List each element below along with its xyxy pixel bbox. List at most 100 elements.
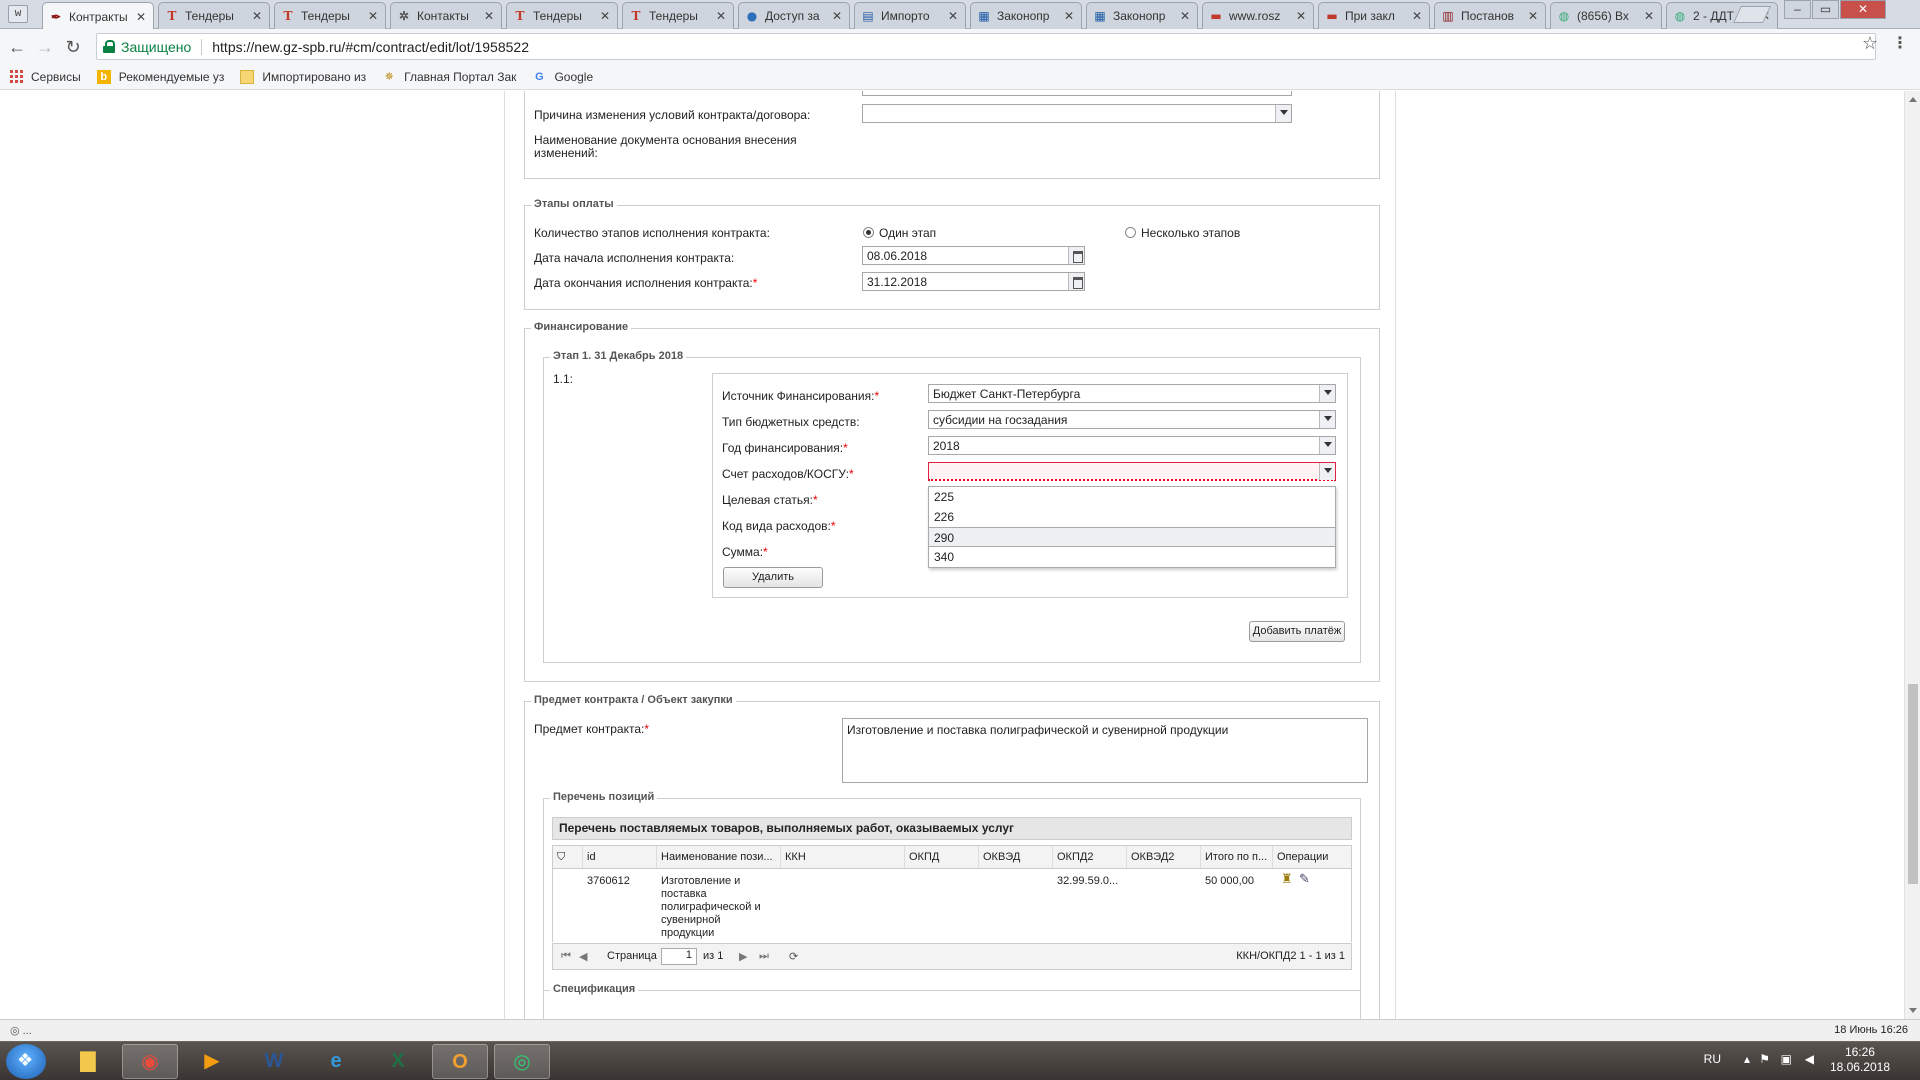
column-kkn[interactable]: ККН	[781, 846, 905, 868]
first-page-icon[interactable]: ⏮	[561, 950, 571, 963]
tab-close-icon[interactable]: ✕	[1063, 9, 1075, 23]
browser-tab[interactable]: T Тендеры ✕	[622, 2, 734, 29]
media-player-icon[interactable]: ▶	[184, 1044, 240, 1079]
column-name[interactable]: Наименование пози...	[657, 846, 781, 868]
browser-tab[interactable]: T Тендеры ✕	[274, 2, 386, 29]
minimize-button[interactable]: –	[1784, 0, 1811, 19]
chevron-down-icon[interactable]	[1275, 105, 1291, 122]
browser-tab[interactable]: T Тендеры ✕	[506, 2, 618, 29]
dropdown-option-highlighted[interactable]: 290	[929, 527, 1335, 547]
tab-close-icon[interactable]: ✕	[483, 9, 495, 23]
column-okved[interactable]: ОКВЭД	[979, 846, 1053, 868]
browser-tab[interactable]: ▦ Законопр ✕	[970, 2, 1082, 29]
budget-type-select[interactable]: субсидии на госзадания	[928, 410, 1336, 429]
delete-button[interactable]: Удалить	[723, 567, 823, 588]
app-icon[interactable]: ◎	[494, 1044, 550, 1079]
url-text[interactable]: https://new.gz-spb.ru/#cm/contract/edit/…	[212, 39, 529, 55]
word-icon[interactable]: W	[246, 1044, 302, 1079]
forward-icon[interactable]: →	[34, 36, 56, 58]
calendar-icon[interactable]	[1068, 247, 1084, 264]
dropdown-option[interactable]: 340	[929, 547, 1335, 567]
network-icon[interactable]: ▣	[1781, 1052, 1792, 1066]
next-page-icon[interactable]: ▶	[739, 950, 747, 963]
bookmark-star-icon[interactable]: ☆	[1862, 33, 1878, 54]
tab-close-icon[interactable]: ✕	[831, 9, 843, 23]
language-indicator[interactable]: RU	[1704, 1052, 1721, 1066]
column-id[interactable]: id	[583, 846, 657, 868]
tab-close-icon[interactable]: ✕	[1643, 9, 1655, 23]
bookmark-google[interactable]: G Google	[532, 70, 593, 84]
tray-clock[interactable]: 16:26 18.06.2018	[1830, 1045, 1890, 1075]
tab-close-icon[interactable]: ✕	[1179, 9, 1191, 23]
browser-tab[interactable]: ▬ www.rosz ✕	[1202, 2, 1314, 29]
end-date-input[interactable]: 31.12.2018	[862, 272, 1085, 291]
refresh-icon[interactable]: ⟳	[789, 950, 798, 963]
tab-close-icon[interactable]: ✕	[251, 9, 263, 23]
chrome-menu-icon[interactable]: ⋮	[1892, 33, 1908, 53]
tab-close-icon[interactable]: ✕	[599, 9, 611, 23]
source-select[interactable]: Бюджет Санкт-Петербурга	[928, 384, 1336, 403]
browser-tab[interactable]: ✲ Контакты ✕	[390, 2, 502, 29]
add-payment-button[interactable]: Добавить платёж	[1249, 621, 1345, 642]
column-operations[interactable]: Операции	[1273, 846, 1351, 868]
dropdown-option[interactable]: 226	[929, 507, 1335, 527]
calendar-icon[interactable]	[1068, 273, 1084, 290]
browser-tab[interactable]: ◍ (8656) Вх ✕	[1550, 2, 1662, 29]
tab-close-icon[interactable]: ✕	[367, 9, 379, 23]
bookmark-portal[interactable]: ✵ Главная Портал Зак	[382, 70, 517, 84]
year-select[interactable]: 2018	[928, 436, 1336, 455]
edit-pencil-icon[interactable]: ✎	[1299, 872, 1310, 885]
start-date-input[interactable]: 08.06.2018	[862, 246, 1085, 265]
chevron-down-icon[interactable]	[1319, 463, 1335, 480]
last-page-icon[interactable]: ⏭	[759, 950, 769, 963]
previous-field[interactable]	[862, 91, 1292, 96]
change-reason-select[interactable]	[862, 104, 1292, 123]
tab-close-icon[interactable]: ✕	[1411, 9, 1423, 23]
browser-tab[interactable]: T Тендеры ✕	[158, 2, 270, 29]
flag-icon[interactable]: ⚑	[1759, 1052, 1770, 1066]
ie-icon[interactable]: e	[308, 1044, 364, 1079]
one-stage-radio[interactable]	[863, 227, 874, 238]
tab-close-icon[interactable]: ✕	[715, 9, 727, 23]
excel-icon[interactable]: X	[370, 1044, 426, 1079]
browser-tab[interactable]: ▤ Импорто ✕	[854, 2, 966, 29]
back-icon[interactable]: ←	[6, 36, 28, 58]
browser-tab[interactable]: ✒ Контракты ✕	[42, 2, 154, 30]
dropdown-option[interactable]: 225	[929, 487, 1335, 507]
scrollbar-thumb[interactable]	[1908, 684, 1918, 884]
window-icon[interactable]: w	[8, 5, 28, 23]
browser-tab[interactable]: ● Доступ за ✕	[738, 2, 850, 29]
tab-close-icon[interactable]: ✕	[135, 10, 147, 24]
many-stages-radio[interactable]	[1125, 227, 1136, 238]
page-scrollbar[interactable]	[1904, 91, 1920, 1019]
browser-tab[interactable]: ▬ При закл ✕	[1318, 2, 1430, 29]
prev-page-icon[interactable]: ◀	[579, 950, 587, 963]
tab-close-icon[interactable]: ✕	[1295, 9, 1307, 23]
bookmark-recommended[interactable]: b Рекомендуемые уз	[96, 69, 224, 84]
stamp-icon[interactable]: ♜	[1281, 872, 1293, 885]
reload-icon[interactable]: ↻	[62, 36, 84, 58]
chevron-down-icon[interactable]	[1319, 411, 1335, 428]
bookmark-services[interactable]: Сервисы	[10, 70, 81, 84]
column-okpd2[interactable]: ОКПД2	[1053, 846, 1127, 868]
chevron-down-icon[interactable]	[1319, 437, 1335, 454]
grid-filter-icon[interactable]: ⛉	[553, 846, 583, 868]
scroll-up-icon[interactable]	[1909, 97, 1917, 102]
page-number-input[interactable]: 1	[661, 948, 697, 965]
scroll-down-icon[interactable]	[1909, 1008, 1917, 1013]
volume-icon[interactable]: ◀	[1805, 1052, 1814, 1066]
window-close-button[interactable]: ✕	[1840, 0, 1886, 19]
tray-expand-icon[interactable]: ▴	[1744, 1052, 1750, 1066]
explorer-icon[interactable]: ▇	[60, 1044, 116, 1079]
address-bar[interactable]: Защищено https://new.gz-spb.ru/#cm/contr…	[96, 33, 1876, 60]
browser-tab[interactable]: ▦ Законопр ✕	[1086, 2, 1198, 29]
column-okved2[interactable]: ОКВЭД2	[1127, 846, 1201, 868]
tab-close-icon[interactable]: ✕	[1527, 9, 1539, 23]
account-select[interactable]	[928, 462, 1336, 481]
chevron-down-icon[interactable]	[1319, 385, 1335, 402]
start-button[interactable]	[6, 1044, 46, 1079]
subject-textarea[interactable]: Изготовление и поставка полиграфической …	[842, 718, 1368, 783]
browser-tab[interactable]: ▥ Постанов ✕	[1434, 2, 1546, 29]
bookmark-imported[interactable]: Импортировано из	[240, 69, 366, 84]
column-total[interactable]: Итого по п...	[1201, 846, 1273, 868]
